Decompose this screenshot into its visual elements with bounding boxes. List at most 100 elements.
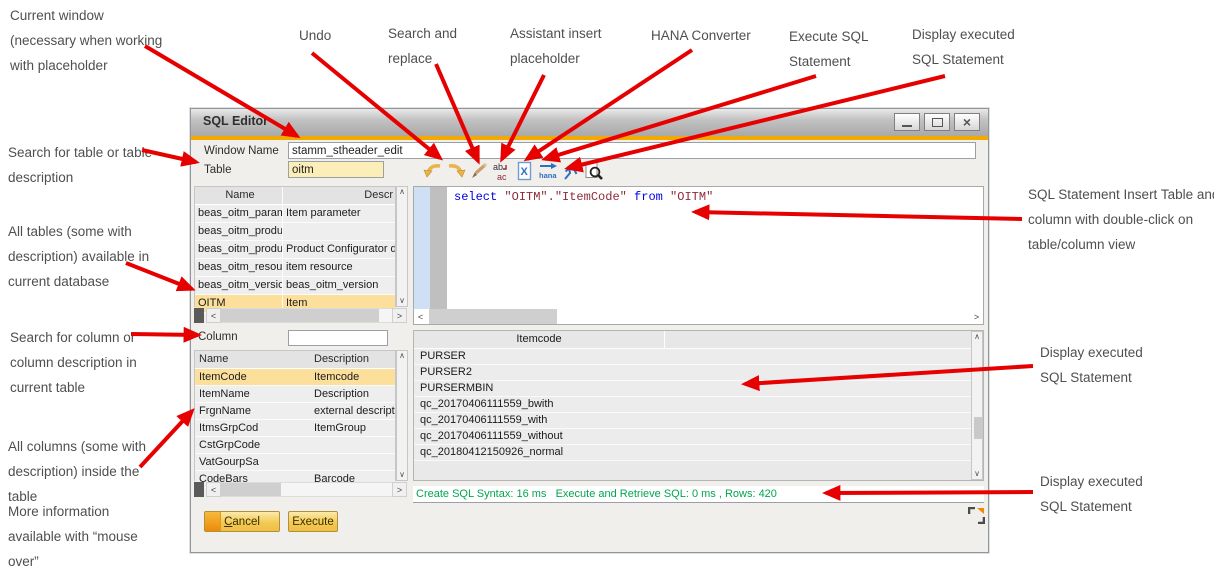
- result-row[interactable]: PURSER: [414, 349, 983, 365]
- tables-hscrollbar[interactable]: < >: [194, 308, 407, 323]
- scrollbar-gripper[interactable]: [194, 308, 204, 323]
- scrollbar-thumb[interactable]: [221, 309, 379, 322]
- default-button-marker: [205, 512, 221, 531]
- minimize-icon: [902, 125, 912, 127]
- close-icon: ×: [963, 115, 971, 129]
- undo-icon[interactable]: [423, 161, 443, 181]
- columns-header-desc[interactable]: Description: [311, 351, 395, 368]
- note-display-executed-bottom: Display executedSQL Statement: [1040, 469, 1143, 519]
- result-row[interactable]: qc_20170406111559_with: [414, 413, 983, 429]
- window-name-input[interactable]: [288, 142, 976, 159]
- result-row[interactable]: qc_20170406111559_bwith: [414, 397, 983, 413]
- note-assistant-placeholder: Assistant insertplaceholder: [510, 21, 602, 71]
- results-grid: Itemcode PURSER PURSER2 PURSERMBIN qc_20…: [413, 330, 984, 481]
- note-all-columns: All columns (some withdescription) insid…: [8, 434, 146, 509]
- results-header-itemcode[interactable]: Itemcode: [414, 331, 664, 348]
- result-row[interactable]: qc_20170406111559_without: [414, 429, 983, 445]
- note-current-window: Current window(necessary when workingwit…: [10, 3, 162, 78]
- scroll-up-icon[interactable]: ∧: [974, 332, 980, 342]
- cancel-button[interactable]: Cancel: [204, 511, 280, 532]
- svg-text:X: X: [521, 166, 529, 178]
- table-search-input[interactable]: [288, 161, 384, 178]
- tables-header-desc[interactable]: Descr: [283, 187, 395, 204]
- note-search-column: Search for column orcolumn description i…: [10, 325, 137, 400]
- search-replace-icon[interactable]: ab ac: [492, 161, 512, 181]
- scroll-right-icon[interactable]: >: [392, 308, 407, 323]
- window-name-label: Window Name: [204, 145, 279, 157]
- table-row[interactable]: beas_oitm_produc: [195, 223, 395, 241]
- sql-statement-text[interactable]: select "OITM"."ItemCode" from "OITM": [454, 190, 713, 204]
- display-executed-sql-icon[interactable]: [584, 161, 604, 181]
- scroll-down-icon[interactable]: ∨: [399, 470, 405, 480]
- arrow-all-columns: [140, 411, 192, 467]
- column-row[interactable]: FrgnNameexternal description: [195, 403, 395, 420]
- columns-header-name[interactable]: Name: [195, 351, 311, 368]
- note-all-tables: All tables (some withdescription) availa…: [8, 219, 149, 294]
- sql-gutter-selection: [414, 187, 430, 309]
- scroll-down-icon[interactable]: ∨: [974, 469, 980, 479]
- minimize-button[interactable]: [894, 113, 920, 131]
- note-execute-sql: Execute SQLStatement: [789, 24, 869, 74]
- status-bar: Create SQL Syntax: 16 ms Execute and Ret…: [413, 486, 984, 503]
- column-search-input[interactable]: [288, 330, 388, 346]
- table-row[interactable]: beas_oitm_produkProduct Configurator def…: [195, 241, 395, 259]
- note-search-table: Search for table or tabledescription: [8, 140, 152, 190]
- scroll-up-icon[interactable]: ∧: [399, 351, 405, 361]
- close-button[interactable]: ×: [954, 113, 980, 131]
- scroll-left-icon[interactable]: <: [206, 482, 221, 497]
- execute-button[interactable]: Execute: [288, 511, 338, 532]
- scroll-left-icon[interactable]: <: [206, 308, 221, 323]
- title-bar[interactable]: SQL Editor ×: [191, 109, 988, 137]
- maximize-button[interactable]: [924, 113, 950, 131]
- column-row[interactable]: VatGourpSa: [195, 454, 395, 471]
- columns-hscrollbar[interactable]: < >: [194, 482, 407, 497]
- column-row[interactable]: ItmsGrpCodItemGroup: [195, 420, 395, 437]
- columns-list-header[interactable]: Name Description: [195, 351, 395, 369]
- columns-vscrollbar[interactable]: ∧ ∨: [396, 350, 408, 481]
- scroll-left-icon[interactable]: <: [414, 309, 427, 324]
- sql-gutter-margin: [430, 187, 447, 309]
- column-row[interactable]: CstGrpCode: [195, 437, 395, 454]
- note-undo: Undo: [299, 23, 331, 48]
- column-row-selected[interactable]: ItemCodeItemcode: [195, 369, 395, 386]
- excel-export-icon[interactable]: X: [515, 161, 535, 181]
- scroll-right-icon[interactable]: >: [970, 309, 983, 324]
- maximize-icon: [932, 118, 943, 127]
- table-row[interactable]: beas_oitm_parameItem parameter: [195, 205, 395, 223]
- svg-text:ab: ab: [493, 162, 503, 172]
- window-title: SQL Editor: [203, 114, 268, 128]
- note-sql-insert: SQL Statement Insert Table andcolumn wit…: [1028, 182, 1214, 257]
- result-row[interactable]: qc_20180412150926_normal: [414, 445, 983, 461]
- scrollbar-thumb[interactable]: [974, 417, 982, 439]
- accent-bar: [191, 136, 988, 140]
- scrollbar-thumb[interactable]: [429, 309, 557, 324]
- brush-icon[interactable]: [469, 161, 489, 181]
- resize-grip-icon[interactable]: [968, 507, 985, 529]
- redo-icon[interactable]: [446, 161, 466, 181]
- scrollbar-thumb[interactable]: [221, 483, 281, 496]
- doc-canvas: { "notes": { "current_window": ["Current…: [0, 0, 1214, 578]
- sql-statement-editor[interactable]: select "OITM"."ItemCode" from "OITM" < >: [413, 186, 984, 325]
- table-label: Table: [204, 164, 232, 176]
- note-display-executed-top: Display executedSQL Statement: [912, 22, 1015, 72]
- tables-vscrollbar[interactable]: ∧ ∨: [396, 186, 408, 307]
- scroll-right-icon[interactable]: >: [392, 482, 407, 497]
- scrollbar-gripper[interactable]: [194, 482, 204, 497]
- columns-list: Name Description ItemCodeItemcode ItemNa…: [194, 350, 396, 481]
- table-row[interactable]: beas_oitm_resourcitem resource: [195, 259, 395, 277]
- note-search-replace: Search andreplace: [388, 21, 457, 71]
- scroll-down-icon[interactable]: ∨: [399, 296, 405, 306]
- execute-sql-icon[interactable]: [561, 161, 581, 181]
- result-row[interactable]: PURSER2: [414, 365, 983, 381]
- column-row[interactable]: ItemNameDescription: [195, 386, 395, 403]
- table-row[interactable]: beas_oitm_versionbeas_oitm_version: [195, 277, 395, 295]
- tables-list-header[interactable]: Name Descr: [195, 187, 395, 205]
- tables-list: Name Descr beas_oitm_parameItem paramete…: [194, 186, 396, 307]
- hana-converter-icon[interactable]: hana: [538, 161, 558, 181]
- results-vscrollbar[interactable]: ∧ ∨: [971, 331, 983, 480]
- results-header[interactable]: Itemcode: [414, 331, 983, 349]
- scroll-up-icon[interactable]: ∧: [399, 187, 405, 197]
- result-row[interactable]: PURSERMBIN: [414, 381, 983, 397]
- sql-hscrollbar[interactable]: < >: [414, 309, 983, 324]
- tables-header-name[interactable]: Name: [195, 187, 283, 204]
